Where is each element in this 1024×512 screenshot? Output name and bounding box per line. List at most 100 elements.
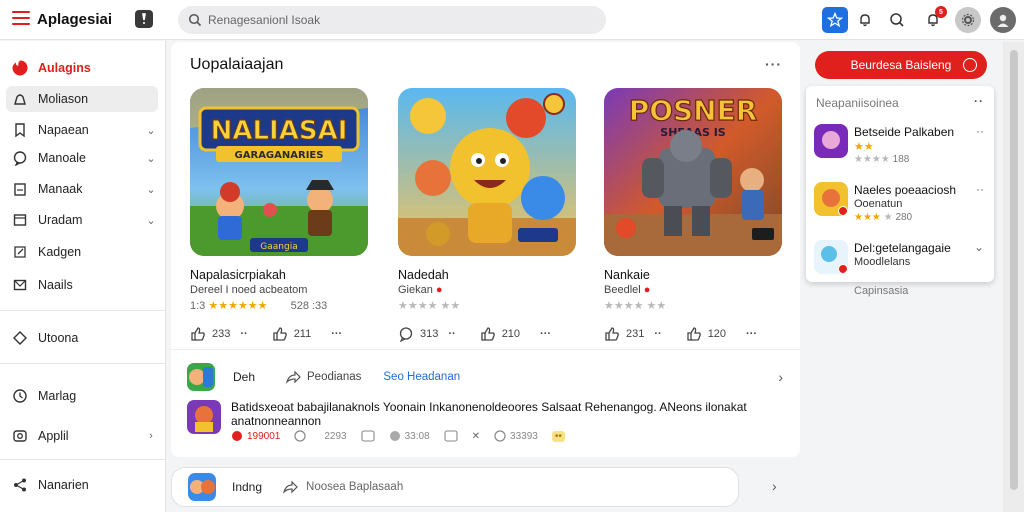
sidebar-item-label: Uradam xyxy=(38,213,83,227)
game-thumbnail[interactable]: POSNER SHEAAS IS xyxy=(604,88,782,256)
panel-footer-link[interactable]: Capinsasia xyxy=(854,285,908,297)
sidebar-item-label: Naails xyxy=(38,278,73,292)
share-action-label[interactable]: Noosea Baplasaah xyxy=(306,481,403,493)
search-button[interactable] xyxy=(884,7,910,33)
star-rating: ★★★★ ★★ xyxy=(604,300,667,312)
sidebar-divider xyxy=(0,459,166,460)
follow-button[interactable]: Beurdesa Baisleng xyxy=(815,51,987,79)
chevron-right-icon[interactable]: › xyxy=(778,369,783,385)
chevron-down-icon[interactable]: ⌄ xyxy=(144,152,158,165)
sidebar-item-brand[interactable]: Aulagins xyxy=(6,55,158,81)
like-button[interactable]: 233 xyxy=(190,326,230,342)
app-badge-icon[interactable] xyxy=(135,10,153,28)
comment-count: 313 xyxy=(420,328,439,340)
magnifier-icon xyxy=(890,13,904,27)
sidebar-item-nanarien[interactable]: Nanarien xyxy=(6,472,158,498)
media-icon xyxy=(444,430,458,442)
more-button[interactable]: ·· xyxy=(240,328,247,340)
sidebar-item-naails[interactable]: Naails xyxy=(6,272,158,298)
like-button[interactable]: 231 xyxy=(604,326,644,342)
game-thumbnail[interactable] xyxy=(398,88,576,256)
timer-icon xyxy=(494,430,506,442)
share-button[interactable]: 210 xyxy=(480,326,520,342)
game-title[interactable]: Napalasicrpiakah xyxy=(190,268,286,282)
recommendation-item[interactable]: Del:getelangagaie Moodlelans ⌄ xyxy=(814,240,990,284)
sidebar-item-utoona[interactable]: Utoona xyxy=(6,325,158,351)
clock-icon xyxy=(13,389,27,403)
search-bar[interactable] xyxy=(178,6,606,34)
game-card[interactable]: POSNER SHEAAS IS Nankaie Beedlel ● ★★★★ … xyxy=(604,88,786,341)
alerts-button[interactable] xyxy=(852,7,878,33)
share-arrow-icon[interactable] xyxy=(285,369,301,385)
game-title[interactable]: Nadedah xyxy=(398,268,449,282)
game-title[interactable]: Nankaie xyxy=(604,268,650,282)
thumb-subtitle: GARAGANARIES xyxy=(235,150,324,161)
search-input[interactable] xyxy=(208,10,588,30)
share-action-label[interactable]: Peodianas xyxy=(307,371,361,383)
more-options-icon[interactable]: ··· xyxy=(540,328,551,340)
share-arrow-icon[interactable] xyxy=(282,479,298,495)
sidebar-item-applil[interactable]: Applil › xyxy=(6,423,158,449)
settings-avatar[interactable] xyxy=(955,7,981,33)
thumbs-up-icon xyxy=(481,327,495,341)
recommendation-item[interactable]: Betseide Palkaben ★★ ★★★★ 188 ·· xyxy=(814,124,990,168)
game-thumbnail[interactable]: NALIASAI GARAGANARIES Gaangia xyxy=(190,88,368,256)
game-card[interactable]: NALIASAI GARAGANARIES Gaangia Napalasicr… xyxy=(190,88,372,341)
shared-item-row[interactable]: Deh Peodianas Seo Headanan › xyxy=(187,362,787,392)
chevron-down-icon[interactable]: ⌄ xyxy=(974,240,984,254)
sidebar-item-marlag[interactable]: Marlag xyxy=(6,383,158,409)
chevron-right-icon[interactable]: › xyxy=(772,478,777,494)
post-meta-item xyxy=(361,430,375,442)
edit-icon xyxy=(14,246,26,258)
more-options-icon[interactable]: ·· xyxy=(976,182,984,196)
sidebar-divider xyxy=(0,363,166,364)
sidebar-item-manoale[interactable]: Manoale ⌄ xyxy=(6,145,158,171)
chevron-down-icon[interactable]: ⌄ xyxy=(144,183,158,196)
game-card[interactable]: Nadedah Giekan ● ★★★★ ★★ 313 ·· 210 ··· xyxy=(398,88,580,342)
scrollbar-thumb[interactable] xyxy=(1010,50,1018,490)
mail-icon xyxy=(13,279,27,291)
chevron-right-icon[interactable]: › xyxy=(144,430,158,442)
sidebar-divider xyxy=(0,310,166,311)
more-options-icon[interactable]: ·· xyxy=(976,124,984,138)
recommendation-item[interactable]: Naeles poeaaciosh Ooenatun ★★★ ★ 280 ·· xyxy=(814,182,990,226)
share-button[interactable]: 120 xyxy=(686,326,726,342)
thumbs-up-icon xyxy=(273,327,287,341)
gear-icon xyxy=(961,13,975,27)
sidebar-item-manaak[interactable]: Manaak ⌄ xyxy=(6,176,158,202)
camera-icon xyxy=(13,430,27,442)
apps-button[interactable] xyxy=(822,7,848,33)
search-icon xyxy=(188,13,202,27)
bottom-shared-item[interactable]: Indng Noosea Baplasaah xyxy=(171,467,739,507)
star-apps-icon xyxy=(827,12,843,28)
thumbs-up-icon xyxy=(605,327,619,341)
sidebar-item-label: Utoona xyxy=(38,331,79,345)
chevron-down-icon[interactable]: ⌄ xyxy=(144,124,158,137)
post-meta-item xyxy=(444,430,458,442)
comment-button[interactable]: 313 xyxy=(398,326,438,342)
sidebar-item-napaean[interactable]: Napaean ⌄ xyxy=(6,117,158,143)
menu-icon[interactable] xyxy=(12,11,30,27)
document-icon xyxy=(14,183,26,196)
see-more-link[interactable]: Seo Headanan xyxy=(383,371,460,383)
profile-icon xyxy=(14,94,26,105)
thumbs-up-icon xyxy=(191,327,205,341)
sidebar-item-kadgen[interactable]: Kadgen xyxy=(6,239,158,265)
share-button[interactable]: 211 xyxy=(272,326,311,342)
user-avatar[interactable] xyxy=(990,7,1016,33)
rec-subtitle: Ooenatun xyxy=(854,198,903,210)
more-button[interactable]: ·· xyxy=(654,328,661,340)
chevron-down-icon[interactable]: ⌄ xyxy=(144,214,158,227)
chat-bubble-icon xyxy=(399,327,413,342)
more-options-icon[interactable]: ··· xyxy=(331,328,342,340)
notifications-button[interactable]: 5 xyxy=(920,6,947,33)
sidebar-item-label: Manaak xyxy=(38,182,83,196)
more-options-icon[interactable]: ·· xyxy=(974,94,984,108)
more-options-icon[interactable]: ··· xyxy=(765,56,782,72)
more-options-icon[interactable]: ··· xyxy=(746,328,757,340)
more-button[interactable]: ·· xyxy=(448,328,455,340)
sidebar-item-profile[interactable]: Moliason xyxy=(6,86,158,112)
sidebar-item-uradam[interactable]: Uradam ⌄ xyxy=(6,207,158,233)
post-meta: 199001 2293 33:08 ✕ 33393 •• xyxy=(231,430,579,442)
clock-icon xyxy=(294,430,306,442)
